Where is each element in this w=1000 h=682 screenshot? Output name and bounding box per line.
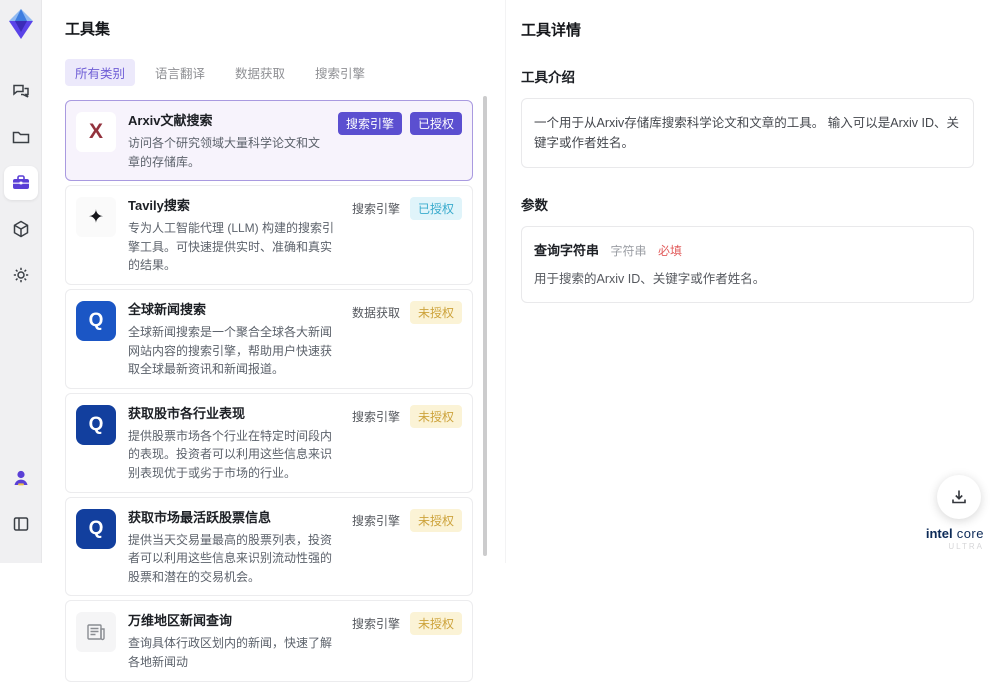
tool-name: 万维地区新闻查询 [128, 610, 338, 629]
param-item: 查询字符串 字符串 必填 用于搜索的Arxiv ID、关键字或作者姓名。 [521, 226, 974, 303]
intel-core-logo: intel core ULTRA [926, 526, 984, 551]
tab-language-translation[interactable]: 语言翻译 [145, 59, 215, 86]
auth-status-badge: 未授权 [410, 509, 462, 532]
tool-description: 专为人工智能代理 (LLM) 构建的搜索引擎工具。可快速提供实时、准确和真实的结… [128, 219, 338, 275]
auth-status-badge: 未授权 [410, 405, 462, 428]
page-title: 工具集 [65, 18, 473, 39]
tab-data-fetch[interactable]: 数据获取 [225, 59, 295, 86]
tool-card-regional-news[interactable]: 万维地区新闻查询 查询具体行政区划内的新闻，快速了解各地新闻动 搜索引擎 未授权 [65, 600, 473, 681]
active-stocks-logo-icon: Q [76, 509, 116, 549]
stock-sector-logo-icon: Q [76, 405, 116, 445]
tool-description: 提供当天交易量最高的股票列表，投资者可以利用这些信息来识别流动性强的股票和潜在的… [128, 531, 338, 587]
tool-detail-panel: 工具详情 工具介绍 一个用于从Arxiv存储库搜索科学论文和文章的工具。 输入可… [505, 0, 1000, 563]
sidebar-item-chat[interactable] [4, 74, 38, 108]
toolbox-icon [11, 173, 31, 193]
tool-card-list: X Arxiv文献搜索 访问各个研究领域大量科学论文和文章的存储库。 搜索引擎 … [65, 100, 473, 682]
arxiv-logo-icon: X [76, 112, 116, 152]
category-label: 搜索引擎 [350, 509, 402, 532]
stock-glyph: Q [89, 414, 104, 436]
avatar-icon [10, 467, 32, 489]
tool-list-panel: 工具集 所有类别 语言翻译 数据获取 搜索引擎 X Arxiv文献搜索 访问各个… [42, 0, 503, 563]
tool-name: Tavily搜索 [128, 195, 338, 214]
param-name: 查询字符串 [534, 243, 599, 258]
tab-search-engine[interactable]: 搜索引擎 [305, 59, 375, 86]
brand-intel: intel [926, 526, 953, 541]
tool-name: 获取股市各行业表现 [128, 403, 338, 422]
detail-title: 工具详情 [521, 19, 974, 40]
tool-description: 全球新闻搜索是一个聚合全球各大新闻网站内容的搜索引擎，帮助用户快速获取全球最新资… [128, 323, 338, 379]
app-logo-icon [6, 8, 36, 40]
sidebar-item-settings[interactable] [4, 258, 38, 292]
auth-status-badge: 未授权 [410, 612, 462, 635]
param-required-flag: 必填 [658, 244, 682, 258]
left-sidebar [0, 0, 42, 563]
category-label: 搜索引擎 [350, 405, 402, 428]
tool-card-sector-performance[interactable]: Q 获取股市各行业表现 提供股票市场各个行业在特定时间段内的表现。投资者可以利用… [65, 393, 473, 493]
intro-heading: 工具介绍 [521, 66, 974, 86]
category-tabs: 所有类别 语言翻译 数据获取 搜索引擎 [65, 59, 473, 86]
tool-description: 查询具体行政区划内的新闻，快速了解各地新闻动 [128, 634, 338, 671]
tool-card-global-news[interactable]: Q 全球新闻搜索 全球新闻搜索是一个聚合全球各大新闻网站内容的搜索引擎，帮助用户… [65, 289, 473, 389]
auth-status-badge: 已授权 [410, 112, 462, 135]
tool-description: 提供股票市场各个行业在特定时间段内的表现。投资者可以利用这些信息来识别表现优于或… [128, 427, 338, 483]
arxiv-glyph: X [89, 120, 103, 144]
tool-name: 获取市场最活跃股票信息 [128, 507, 338, 526]
cube-icon [11, 219, 31, 239]
download-button[interactable] [937, 475, 981, 519]
category-label: 搜索引擎 [350, 612, 402, 635]
newspaper-icon [76, 612, 116, 652]
tool-card-most-active-stocks[interactable]: Q 获取市场最活跃股票信息 提供当天交易量最高的股票列表，投资者可以利用这些信息… [65, 497, 473, 597]
auth-status-badge: 已授权 [410, 197, 462, 220]
tool-card-tavily[interactable]: ✦ Tavily搜索 专为人工智能代理 (LLM) 构建的搜索引擎工具。可快速提… [65, 185, 473, 285]
gear-icon [11, 265, 31, 285]
category-label: 搜索引擎 [350, 197, 402, 220]
user-avatar[interactable] [4, 461, 38, 495]
news-glyph: Q [89, 310, 104, 332]
tool-card-arxiv[interactable]: X Arxiv文献搜索 访问各个研究领域大量科学论文和文章的存储库。 搜索引擎 … [65, 100, 473, 181]
global-news-logo-icon: Q [76, 301, 116, 341]
params-heading: 参数 [521, 194, 974, 214]
param-description: 用于搜索的Arxiv ID、关键字或作者姓名。 [534, 270, 961, 289]
param-type: 字符串 [610, 244, 646, 258]
tool-name: Arxiv文献搜索 [128, 110, 326, 129]
stock-glyph: Q [89, 518, 104, 540]
tool-description: 访问各个研究领域大量科学论文和文章的存储库。 [128, 134, 326, 171]
brand-ultra: ULTRA [926, 542, 984, 551]
tavily-logo-icon: ✦ [76, 197, 116, 237]
panel-toggle-icon [12, 515, 30, 533]
auth-status-badge: 未授权 [410, 301, 462, 324]
sidebar-item-tools[interactable] [4, 166, 38, 200]
list-scrollbar[interactable] [483, 96, 487, 556]
collapse-sidebar-button[interactable] [4, 507, 38, 541]
chat-icon [11, 81, 31, 101]
folder-icon [11, 127, 31, 147]
category-badge: 搜索引擎 [338, 112, 402, 135]
tool-name: 全球新闻搜索 [128, 299, 338, 318]
tab-all-categories[interactable]: 所有类别 [65, 59, 135, 86]
category-label: 数据获取 [350, 301, 402, 324]
download-icon [950, 488, 968, 506]
tool-intro-box: 一个用于从Arxiv存储库搜索科学论文和文章的工具。 输入可以是Arxiv ID… [521, 98, 974, 168]
tavily-glyph: ✦ [88, 206, 104, 229]
brand-core: core [957, 526, 984, 541]
sidebar-item-files[interactable] [4, 120, 38, 154]
sidebar-item-plugins[interactable] [4, 212, 38, 246]
